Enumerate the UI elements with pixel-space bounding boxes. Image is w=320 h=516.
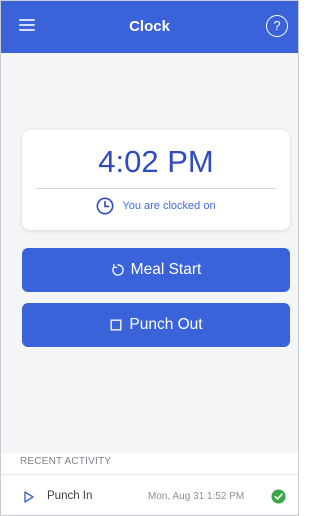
- meal-start-button[interactable]: Meal Start: [22, 248, 290, 292]
- refresh-circle-icon: [112, 263, 124, 276]
- current-time: 4:02 PM: [98, 144, 214, 179]
- top-bar: Clock ?: [1, 1, 298, 53]
- play-icon: [24, 491, 34, 503]
- help-icon[interactable]: ?: [266, 15, 288, 37]
- page-title: Clock: [129, 18, 170, 35]
- clock-status: You are clocked on: [22, 194, 290, 218]
- app-screen: Clock ? 4:02 PM You are clocked on Meal …: [0, 0, 299, 516]
- meal-start-label: Meal Start: [130, 261, 202, 278]
- check-circle-icon: [271, 489, 286, 504]
- time-card: 4:02 PM You are clocked on: [22, 130, 290, 230]
- square-icon: [110, 319, 122, 331]
- punch-out-button[interactable]: Punch Out: [22, 303, 290, 347]
- list-item[interactable]: Punch In Mon, Aug 31 1:52 PM: [1, 475, 298, 515]
- activity-label: Punch In: [47, 490, 93, 502]
- status-text: You are clocked on: [122, 200, 216, 212]
- activity-timestamp: Mon, Aug 31 1:52 PM: [148, 491, 245, 502]
- divider: [35, 188, 277, 189]
- recent-activity-header: RECENT ACTIVITY: [20, 456, 112, 467]
- clock-icon: [96, 197, 114, 215]
- punch-out-label: Punch Out: [129, 316, 203, 333]
